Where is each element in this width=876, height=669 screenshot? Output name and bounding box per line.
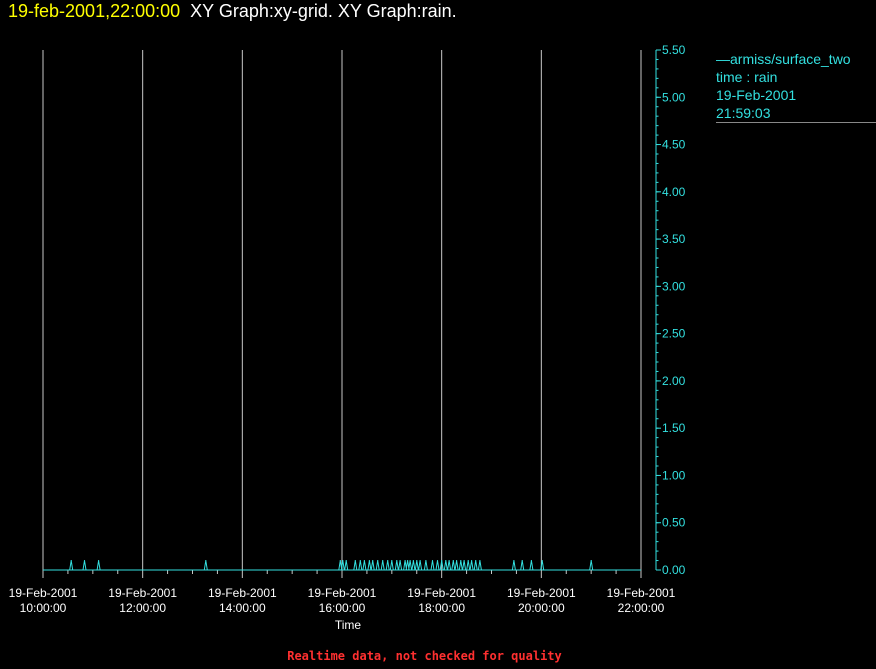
rain-pulse-point xyxy=(83,559,86,562)
rain-pulse-point xyxy=(456,559,458,562)
rain-pulse-point xyxy=(70,559,72,562)
x-tick-label-time: 12:00:00 xyxy=(119,601,166,615)
x-tick-label-time: 10:00:00 xyxy=(20,601,67,615)
y-tick-label: 2.50 xyxy=(662,327,686,341)
rain-pulse-point xyxy=(409,559,411,562)
rain-pulse-point xyxy=(368,559,370,562)
legend-divider xyxy=(716,122,876,123)
rain-pulse-point xyxy=(475,559,477,562)
x-tick-label-time: 18:00:00 xyxy=(418,601,465,615)
y-tick-label: 5.00 xyxy=(662,90,686,104)
legend-date: 19-Feb-2001 xyxy=(716,87,797,103)
y-tick-label: 0.50 xyxy=(662,516,686,530)
rain-pulse-point xyxy=(354,559,356,562)
rain-pulse-point xyxy=(205,559,207,562)
x-tick-label-time: 20:00:00 xyxy=(518,601,565,615)
x-tick-label-time: 14:00:00 xyxy=(219,601,266,615)
rain-pulse-point xyxy=(98,559,100,562)
x-tick-label-date: 19-Feb-2001 xyxy=(208,586,277,600)
legend-variable: time : rain xyxy=(716,69,778,85)
vertical-grid xyxy=(42,50,642,578)
rain-pulse-point xyxy=(590,559,592,562)
x-axis: 19-Feb-200110:00:0019-Feb-200112:00:0019… xyxy=(9,570,676,615)
rain-pulse-point xyxy=(419,559,421,562)
y-tick-label: 1.50 xyxy=(662,421,686,435)
rain-pulse-point xyxy=(391,559,393,562)
x-tick-label-time: 16:00:00 xyxy=(319,601,366,615)
rain-pulse-point xyxy=(541,559,543,562)
rain-pulse-point xyxy=(441,559,443,562)
rain-pulse-point xyxy=(363,559,365,562)
x-tick-label-time: 22:00:00 xyxy=(618,601,665,615)
y-tick-label: 4.50 xyxy=(662,138,686,152)
x-tick-label-date: 19-Feb-2001 xyxy=(308,586,377,600)
rain-pulse-point xyxy=(396,559,398,562)
legend: —armiss/surface_two time : rain 19-Feb-2… xyxy=(716,50,876,123)
y-tick-label: 3.50 xyxy=(662,232,686,246)
rain-pulse-point xyxy=(448,559,450,562)
rain-pulse-point xyxy=(416,559,418,562)
rain-pulse-point xyxy=(407,559,409,562)
x-tick-label-date: 19-Feb-2001 xyxy=(108,586,177,600)
rain-pulse-point xyxy=(452,559,454,562)
rain-pulse-point xyxy=(436,559,439,562)
x-tick-label-date: 19-Feb-2001 xyxy=(9,586,78,600)
rain-pulse-point xyxy=(425,559,427,562)
rain-pulse-point xyxy=(399,559,401,562)
rain-pulse-point xyxy=(471,559,473,562)
rain-pulse-point xyxy=(345,559,347,562)
x-tick-label-date: 19-Feb-2001 xyxy=(607,586,676,600)
y-tick-label: 5.50 xyxy=(662,43,686,57)
rain-pulse-point xyxy=(387,559,389,562)
x-tick-label-date: 19-Feb-2001 xyxy=(407,586,476,600)
legend-swatch: — xyxy=(716,51,730,67)
rain-pulse-point xyxy=(404,559,406,562)
rain-pulse-point xyxy=(463,559,465,562)
rain-pulse-point xyxy=(530,559,533,562)
quality-notice: Realtime data, not checked for quality xyxy=(287,649,562,663)
y-tick-label: 2.00 xyxy=(662,374,686,388)
y-tick-label: 0.00 xyxy=(662,563,686,577)
x-tick-label-date: 19-Feb-2001 xyxy=(507,586,576,600)
rain-pulse-point xyxy=(445,559,447,562)
rain-pulse-point xyxy=(412,559,414,562)
rain-pulse-point xyxy=(377,559,379,562)
rain-pulse-point xyxy=(513,559,515,562)
y-axis: 0.00 0.50 1.00 1.50 2.00 2.50 3.00 3.50 4.00 4.50… xyxy=(655,43,686,577)
rain-pulse-point xyxy=(382,559,384,562)
rain-pulse-point xyxy=(342,559,344,562)
legend-series: —armiss/surface_two xyxy=(716,51,851,67)
y-tick-label: 1.00 xyxy=(662,468,686,482)
legend-time: 21:59:03 xyxy=(716,105,771,121)
rain-pulse-point xyxy=(460,559,462,562)
rain-pulse-point xyxy=(431,559,434,562)
rain-pulse-point xyxy=(339,559,341,562)
y-tick-label: 4.00 xyxy=(662,185,686,199)
x-axis-label: Time xyxy=(335,618,362,632)
rain-pulse-point xyxy=(521,559,523,562)
rain-pulse-point xyxy=(359,559,361,562)
rain-pulse-point xyxy=(467,559,469,562)
y-tick-label: 3.00 xyxy=(662,279,686,293)
rain-pulse-point xyxy=(479,559,481,562)
rain-pulse-point xyxy=(372,559,374,562)
